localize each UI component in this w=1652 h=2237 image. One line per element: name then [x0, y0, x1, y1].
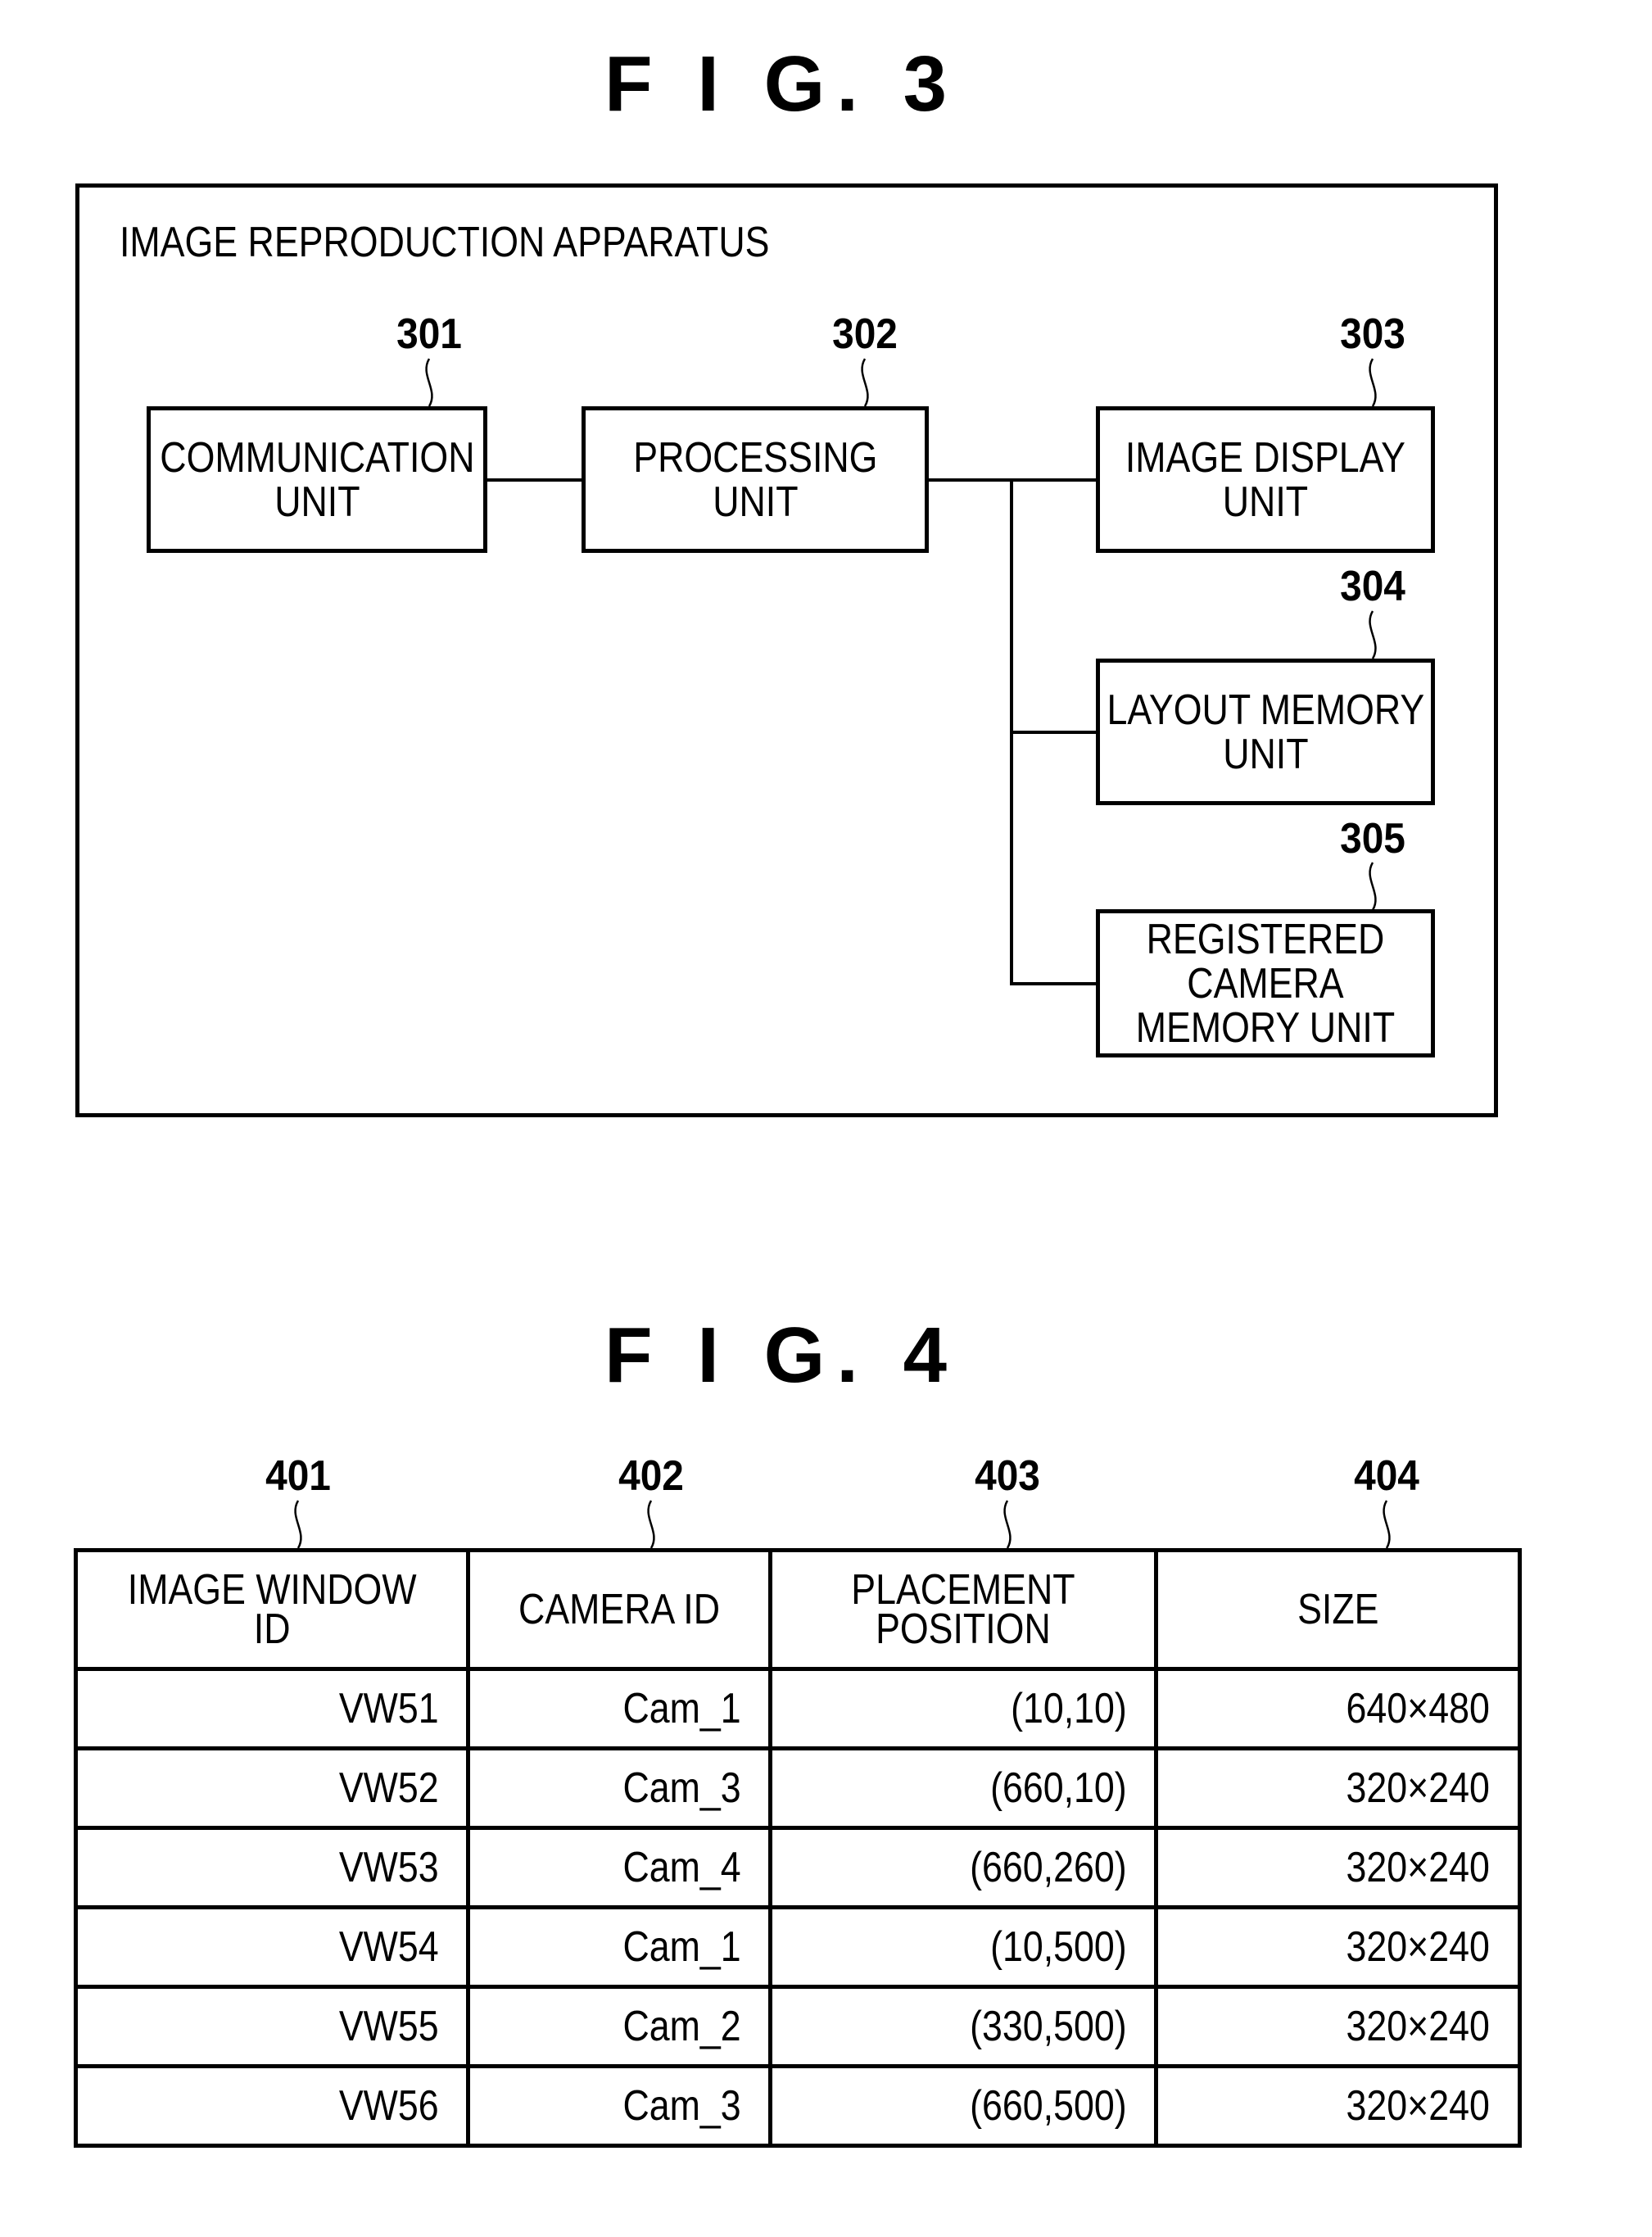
- cell-placement-position: (660,10): [768, 1746, 1159, 1830]
- cell-camera-id: Cam_3: [466, 1746, 773, 1830]
- leader-line-304: [1369, 610, 1377, 659]
- cell-size: 640×480: [1154, 1667, 1522, 1750]
- cell-image-window-id: VW51: [73, 1667, 471, 1750]
- image-display-unit-block: IMAGE DISPLAY UNIT: [1096, 406, 1435, 553]
- table-header-row: IMAGE WINDOW ID CAMERA ID PLACEMENT POSIT…: [73, 1548, 1522, 1671]
- processing-unit-label: PROCESSING UNIT: [632, 433, 878, 526]
- leader-line-402: [647, 1500, 655, 1549]
- ref-303: 303: [1340, 310, 1405, 358]
- ref-304: 304: [1340, 563, 1405, 610]
- header-image-window-id: IMAGE WINDOW ID: [73, 1548, 471, 1671]
- ref-401: 401: [265, 1452, 331, 1500]
- cell-placement-position: (330,500): [768, 1985, 1159, 2068]
- leader-line-302: [861, 358, 869, 407]
- apparatus-label: IMAGE REPRODUCTION APPARATUS: [120, 219, 770, 266]
- layout-memory-unit-block: LAYOUT MEMORY UNIT: [1096, 659, 1435, 805]
- leader-line-404: [1383, 1500, 1391, 1549]
- cell-size: 320×240: [1154, 1746, 1522, 1830]
- fig3-title: F I G. 3: [604, 40, 959, 128]
- connector-305: [1010, 982, 1096, 985]
- fig4-title: F I G. 4: [604, 1311, 959, 1399]
- leader-line-305: [1369, 862, 1377, 911]
- cell-camera-id: Cam_1: [466, 1667, 773, 1750]
- table-row: VW51 Cam_1 (10,10) 640×480: [73, 1667, 1522, 1750]
- leader-line-403: [1003, 1500, 1012, 1549]
- leader-line-301: [425, 358, 433, 407]
- ref-404: 404: [1354, 1452, 1419, 1500]
- cell-placement-position: (660,500): [768, 2064, 1159, 2148]
- table-row: VW54 Cam_1 (10,500) 320×240: [73, 1905, 1522, 1989]
- cell-image-window-id: VW54: [73, 1905, 471, 1989]
- cell-size: 320×240: [1154, 1826, 1522, 1909]
- communication-unit-label: COMMUNICATION UNIT: [159, 433, 475, 526]
- image-display-unit-label: IMAGE DISPLAY UNIT: [1125, 433, 1406, 526]
- cell-placement-position: (10,10): [768, 1667, 1159, 1750]
- cell-camera-id: Cam_3: [466, 2064, 773, 2148]
- cell-placement-position: (660,260): [768, 1826, 1159, 1909]
- cell-image-window-id: VW53: [73, 1826, 471, 1909]
- table-row: VW56 Cam_3 (660,500) 320×240: [73, 2064, 1522, 2148]
- leader-line-303: [1369, 358, 1377, 407]
- cell-size: 320×240: [1154, 1985, 1522, 2068]
- cell-camera-id: Cam_2: [466, 1985, 773, 2068]
- table-row: VW55 Cam_2 (330,500) 320×240: [73, 1985, 1522, 2068]
- header-placement-position: PLACEMENT POSITION: [768, 1548, 1159, 1671]
- ref-301: 301: [396, 310, 462, 358]
- cell-placement-position: (10,500): [768, 1905, 1159, 1989]
- cell-camera-id: Cam_1: [466, 1905, 773, 1989]
- connector-301-302: [487, 478, 582, 482]
- registered-camera-memory-unit-block: REGISTERED CAMERA MEMORY UNIT: [1096, 909, 1435, 1057]
- cell-image-window-id: VW52: [73, 1746, 471, 1830]
- ref-402: 402: [618, 1452, 684, 1500]
- cell-size: 320×240: [1154, 2064, 1522, 2148]
- layout-table: IMAGE WINDOW ID CAMERA ID PLACEMENT POSIT…: [73, 1548, 1522, 2148]
- connector-304: [1010, 731, 1096, 734]
- header-camera-id: CAMERA ID: [466, 1548, 773, 1671]
- registered-camera-memory-unit-label: REGISTERED CAMERA MEMORY UNIT: [1135, 915, 1396, 1052]
- cell-size: 320×240: [1154, 1905, 1522, 1989]
- table-row: VW52 Cam_3 (660,10) 320×240: [73, 1746, 1522, 1830]
- communication-unit-block: COMMUNICATION UNIT: [147, 406, 487, 553]
- leader-line-401: [294, 1500, 302, 1549]
- ref-302: 302: [832, 310, 898, 358]
- processing-unit-block: PROCESSING UNIT: [582, 406, 929, 553]
- layout-memory-unit-label: LAYOUT MEMORY UNIT: [1107, 686, 1424, 778]
- ref-305: 305: [1340, 815, 1405, 863]
- table-row: VW53 Cam_4 (660,260) 320×240: [73, 1826, 1522, 1909]
- ref-403: 403: [975, 1452, 1040, 1500]
- header-size: SIZE: [1154, 1548, 1522, 1671]
- cell-image-window-id: VW56: [73, 2064, 471, 2148]
- cell-image-window-id: VW55: [73, 1985, 471, 2068]
- cell-camera-id: Cam_4: [466, 1826, 773, 1909]
